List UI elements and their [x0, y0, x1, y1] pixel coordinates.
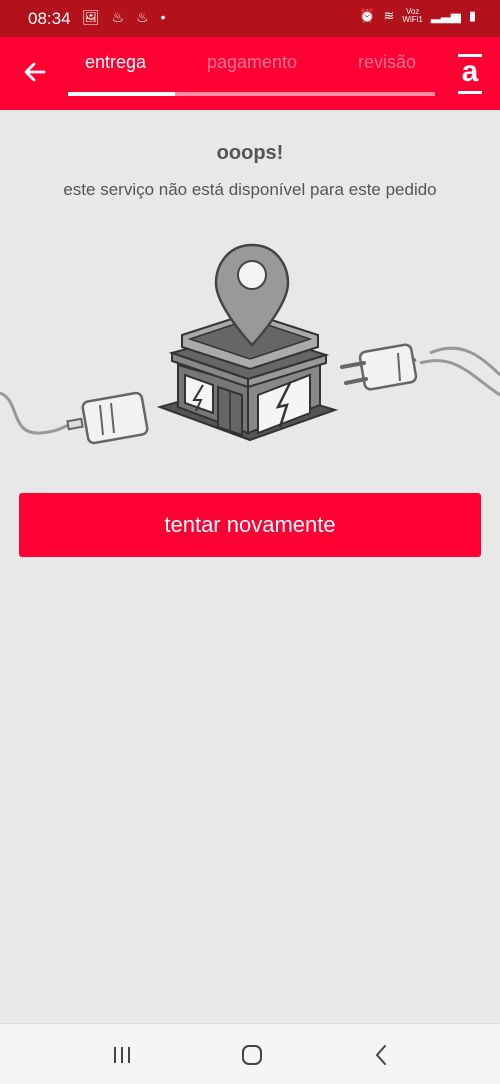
home-icon[interactable] [237, 1042, 267, 1068]
americanas-logo: a [458, 54, 482, 94]
back-icon[interactable] [367, 1042, 397, 1068]
tab-entrega[interactable]: entrega [85, 52, 146, 73]
signal-icon: ▂▃▅ [430, 8, 461, 23]
tab-progress-indicator [68, 92, 175, 96]
status-bar: 08:34 🖼 ♨ ♨ • ⏰ ≋ Voz WiFi1 ▂▃▅ ▮ [0, 0, 500, 37]
error-title: ooops! [216, 142, 284, 164]
image-icon: 🖼 [82, 9, 100, 25]
dot-icon: • [160, 9, 166, 25]
right-plug-icon [340, 343, 418, 391]
alarm-icon: ⏰ [359, 8, 376, 23]
notification-icons: 🖼 ♨ ♨ • [82, 9, 173, 26]
logo-letter: a [461, 55, 479, 88]
back-arrow-icon[interactable] [20, 57, 50, 87]
error-message: este serviço não está disponível para es… [63, 180, 437, 199]
battery-icon: ▮ [468, 8, 476, 23]
recent-apps-icon[interactable] [107, 1042, 137, 1068]
retry-button[interactable]: tentar novamente [19, 493, 481, 557]
tab-pagamento[interactable]: pagamento [207, 52, 297, 73]
left-plug-icon [66, 391, 149, 445]
system-nav-bar [0, 1023, 500, 1084]
flame-icon: ♨ [136, 9, 149, 25]
unplugged-store-illustration [0, 243, 500, 445]
voz-wifi-label: Voz WiFi1 [402, 7, 423, 24]
flame-icon: ♨ [111, 9, 125, 25]
status-time: 08:34 [28, 9, 71, 28]
tab-revisao[interactable]: revisão [358, 52, 416, 73]
system-icons: ⏰ ≋ Voz WiFi1 ▂▃▅ ▮ [359, 8, 476, 24]
wifi-icon: ≋ [383, 8, 395, 23]
checkout-header: entrega pagamento revisão a [0, 37, 500, 110]
